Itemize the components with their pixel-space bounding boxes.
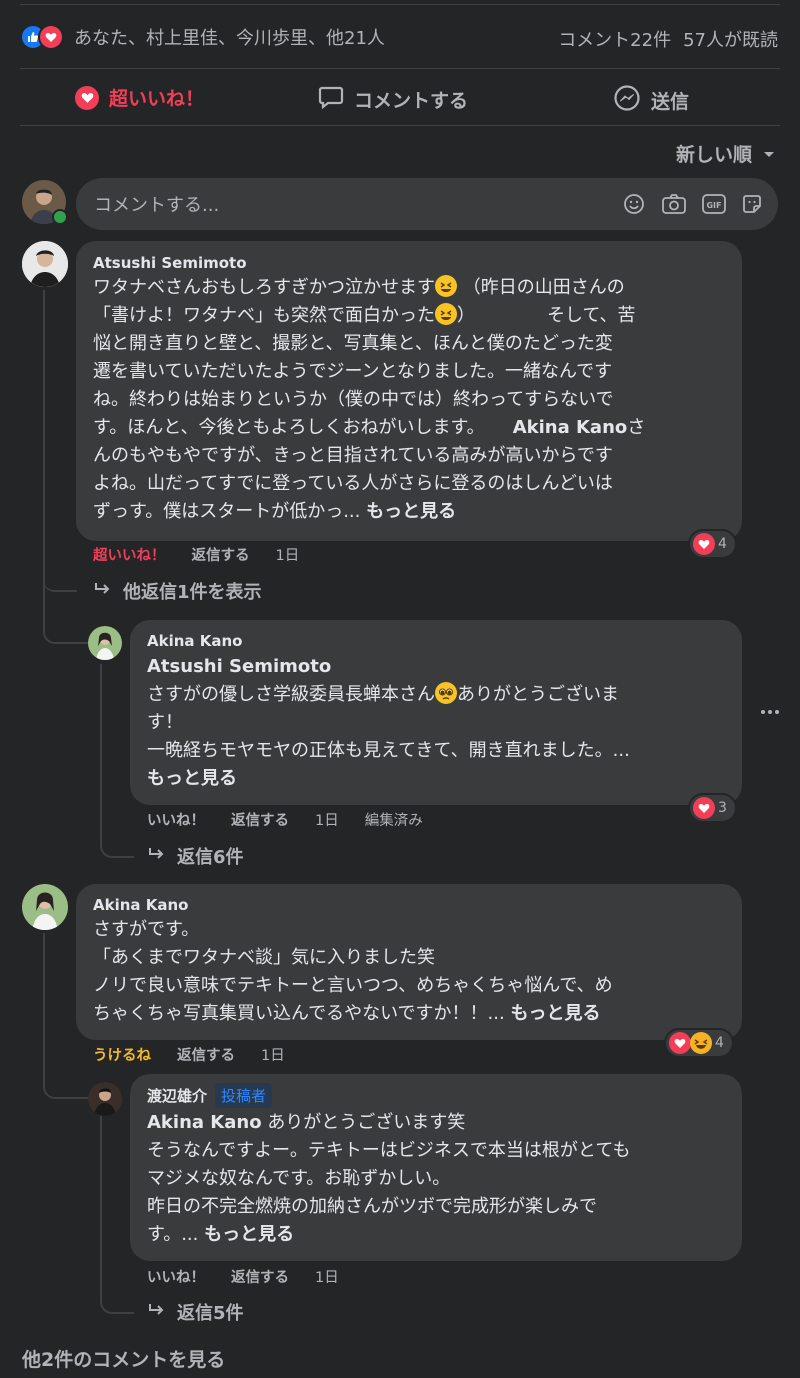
- emoji-icon[interactable]: [622, 192, 646, 220]
- thread-elbow: [43, 560, 77, 592]
- see-more-link[interactable]: もっと見る: [147, 765, 732, 793]
- caret-down-icon: [762, 143, 776, 165]
- comment-meta: いいね！ 返信する 1日: [147, 1266, 339, 1287]
- comment-header: 渡辺雄介 投稿者: [147, 1083, 273, 1108]
- online-status-dot: [54, 211, 66, 223]
- reaction-count-badge[interactable]: 3: [690, 795, 735, 821]
- mention-link[interactable]: Akina Kano: [147, 1112, 262, 1133]
- comment-text: Akina Kano ありがとうございます笑 そうなんですよー。テキトーはビジネ…: [147, 1112, 631, 1245]
- pleading-face-emoji: [435, 682, 457, 704]
- love-icon: [40, 26, 62, 48]
- comment-text: Atsushi Semimoto さすがの優しさ学級委員長蝉本さん ありがとうござ…: [147, 653, 732, 793]
- thread-elbow: [100, 664, 134, 858]
- timestamp[interactable]: 1日: [276, 544, 300, 565]
- view-more-comments-link[interactable]: 他2件のコメントを見る: [22, 1345, 225, 1372]
- reactors-text[interactable]: あなた、村上里佳、今川歩里、他21人: [74, 24, 385, 50]
- love-icon: [75, 85, 99, 110]
- reply-button[interactable]: 返信する: [177, 1044, 235, 1065]
- comment-bubble-icon: [318, 84, 344, 115]
- mention-link[interactable]: Akina Kano: [513, 417, 628, 438]
- view-more-replies-link[interactable]: 他返信1件を表示: [93, 578, 262, 604]
- summary-divider: [20, 68, 780, 69]
- comment-author[interactable]: Akina Kano: [93, 896, 188, 914]
- reaction-count-badge[interactable]: 4: [666, 1030, 732, 1056]
- messenger-icon: [613, 84, 641, 117]
- gif-icon[interactable]: GIF: [701, 192, 727, 220]
- comment-input[interactable]: コメントする...: [94, 191, 219, 217]
- comment-meta: いいね！ 返信する 1日 編集済み: [147, 809, 423, 830]
- see-more-link[interactable]: もっと見る: [510, 1003, 600, 1024]
- love-action-label: 超いいね！: [109, 88, 205, 110]
- reply-button[interactable]: 返信する: [231, 1266, 289, 1287]
- mention-link[interactable]: Atsushi Semimoto: [147, 653, 732, 681]
- reaction-button[interactable]: 超いいね！: [93, 544, 166, 565]
- send-action-label: 送信: [651, 91, 690, 113]
- commenter-avatar[interactable]: [22, 241, 68, 287]
- view-replies-link[interactable]: 返信6件: [147, 843, 244, 869]
- love-icon: [693, 797, 715, 819]
- timestamp[interactable]: 1日: [315, 1266, 339, 1287]
- comment-meta: うけるね 返信する 1日: [93, 1044, 285, 1065]
- sort-dropdown[interactable]: 新しい順: [676, 140, 776, 167]
- more-options-icon[interactable]: [760, 700, 780, 719]
- comment-author[interactable]: 渡辺雄介: [147, 1085, 207, 1106]
- author-badge: 投稿者: [215, 1083, 273, 1108]
- camera-icon[interactable]: [661, 192, 687, 220]
- edited-label[interactable]: 編集済み: [365, 809, 423, 830]
- reaction-button[interactable]: うけるね: [93, 1044, 151, 1065]
- svg-text:GIF: GIF: [706, 201, 721, 210]
- thread-elbow: [43, 590, 89, 644]
- timestamp[interactable]: 1日: [261, 1044, 285, 1065]
- like-button[interactable]: いいね！: [147, 1266, 205, 1287]
- comment-text: さすがです。 「あくまでワタナベ談」気に入りました笑 ノリで良い意味でテキトーと…: [93, 919, 613, 1024]
- love-action-button[interactable]: 超いいね！: [75, 84, 204, 111]
- love-icon: [693, 533, 715, 555]
- top-divider: [20, 4, 780, 5]
- reaction-summary[interactable]: あなた、村上里佳、今川歩里、他21人: [22, 24, 385, 50]
- seen-count[interactable]: 57人が既読: [683, 26, 778, 52]
- comment-bubble[interactable]: Atsushi Semimoto ワタナベさんおもしろすぎかつ泣かせます （昨日…: [76, 241, 742, 541]
- commenter-avatar[interactable]: [88, 626, 122, 660]
- reply-arrow-icon: [93, 581, 113, 602]
- reply-arrow-icon: [147, 846, 167, 867]
- grinning-squint-emoji: [435, 275, 457, 297]
- grinning-squint-emoji: [435, 303, 457, 325]
- sticker-icon[interactable]: [740, 192, 764, 220]
- comments-count[interactable]: コメント22件: [558, 26, 671, 52]
- view-replies-link[interactable]: 返信5件: [147, 1299, 244, 1325]
- commenter-avatar[interactable]: [22, 884, 68, 930]
- comment-action-button[interactable]: コメントする: [318, 84, 468, 115]
- timestamp[interactable]: 1日: [315, 809, 339, 830]
- comment-action-label: コメントする: [354, 90, 469, 112]
- comment-bubble[interactable]: 渡辺雄介 投稿者 Akina Kano ありがとうございます笑 そうなんですよー…: [130, 1074, 742, 1261]
- comment-bubble[interactable]: Akina Kano Atsushi Semimoto さすがの優しさ学級委員長…: [130, 620, 742, 805]
- actions-divider: [20, 125, 780, 126]
- like-button[interactable]: いいね！: [147, 809, 205, 830]
- sort-label: 新しい順: [675, 144, 752, 166]
- reply-button[interactable]: 返信する: [192, 544, 250, 565]
- thread-elbow: [100, 1110, 134, 1314]
- love-icon: [669, 1032, 691, 1054]
- reaction-count-badge[interactable]: 4: [690, 531, 735, 557]
- post-stats: コメント22件 57人が既読: [558, 26, 778, 52]
- send-action-button[interactable]: 送信: [613, 84, 689, 117]
- comment-author[interactable]: Atsushi Semimoto: [93, 254, 247, 272]
- comment-text: ワタナベさんおもしろすぎかつ泣かせます （昨日の山田さんの 「書けよ！ワタナベ」…: [93, 275, 646, 522]
- thread-line: [43, 290, 45, 594]
- comment-input-box[interactable]: コメントする... GIF: [76, 178, 778, 230]
- see-more-link[interactable]: もっと見る: [204, 1224, 294, 1245]
- comment-author[interactable]: Akina Kano: [147, 632, 242, 650]
- reply-button[interactable]: 返信する: [231, 809, 289, 830]
- reply-arrow-icon: [147, 1302, 167, 1323]
- commenter-avatar[interactable]: [88, 1082, 122, 1116]
- see-more-link[interactable]: もっと見る: [366, 501, 456, 522]
- haha-icon: [690, 1032, 712, 1054]
- comment-meta: 超いいね！ 返信する 1日: [93, 544, 299, 565]
- comment-bubble[interactable]: Akina Kano さすがです。 「あくまでワタナベ談」気に入りました笑 ノリ…: [76, 884, 742, 1040]
